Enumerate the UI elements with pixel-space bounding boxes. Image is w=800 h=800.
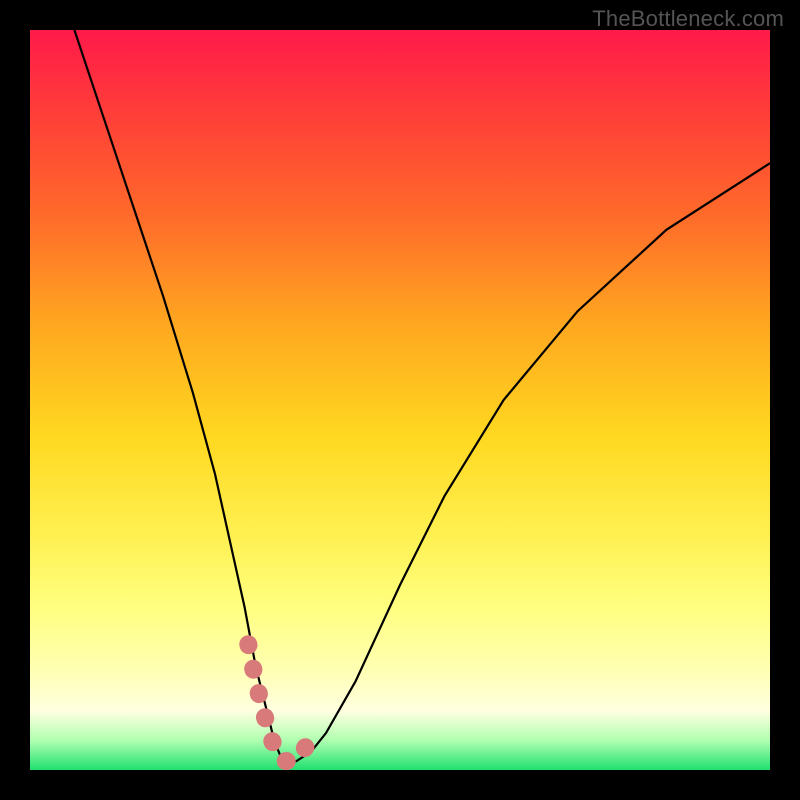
watermark-text: TheBottleneck.com [592, 6, 784, 32]
bottleneck-curve [74, 30, 770, 763]
highlight-segment [248, 644, 315, 761]
chart-frame: TheBottleneck.com [0, 0, 800, 800]
plot-area [30, 30, 770, 770]
curve-layer [30, 30, 770, 770]
